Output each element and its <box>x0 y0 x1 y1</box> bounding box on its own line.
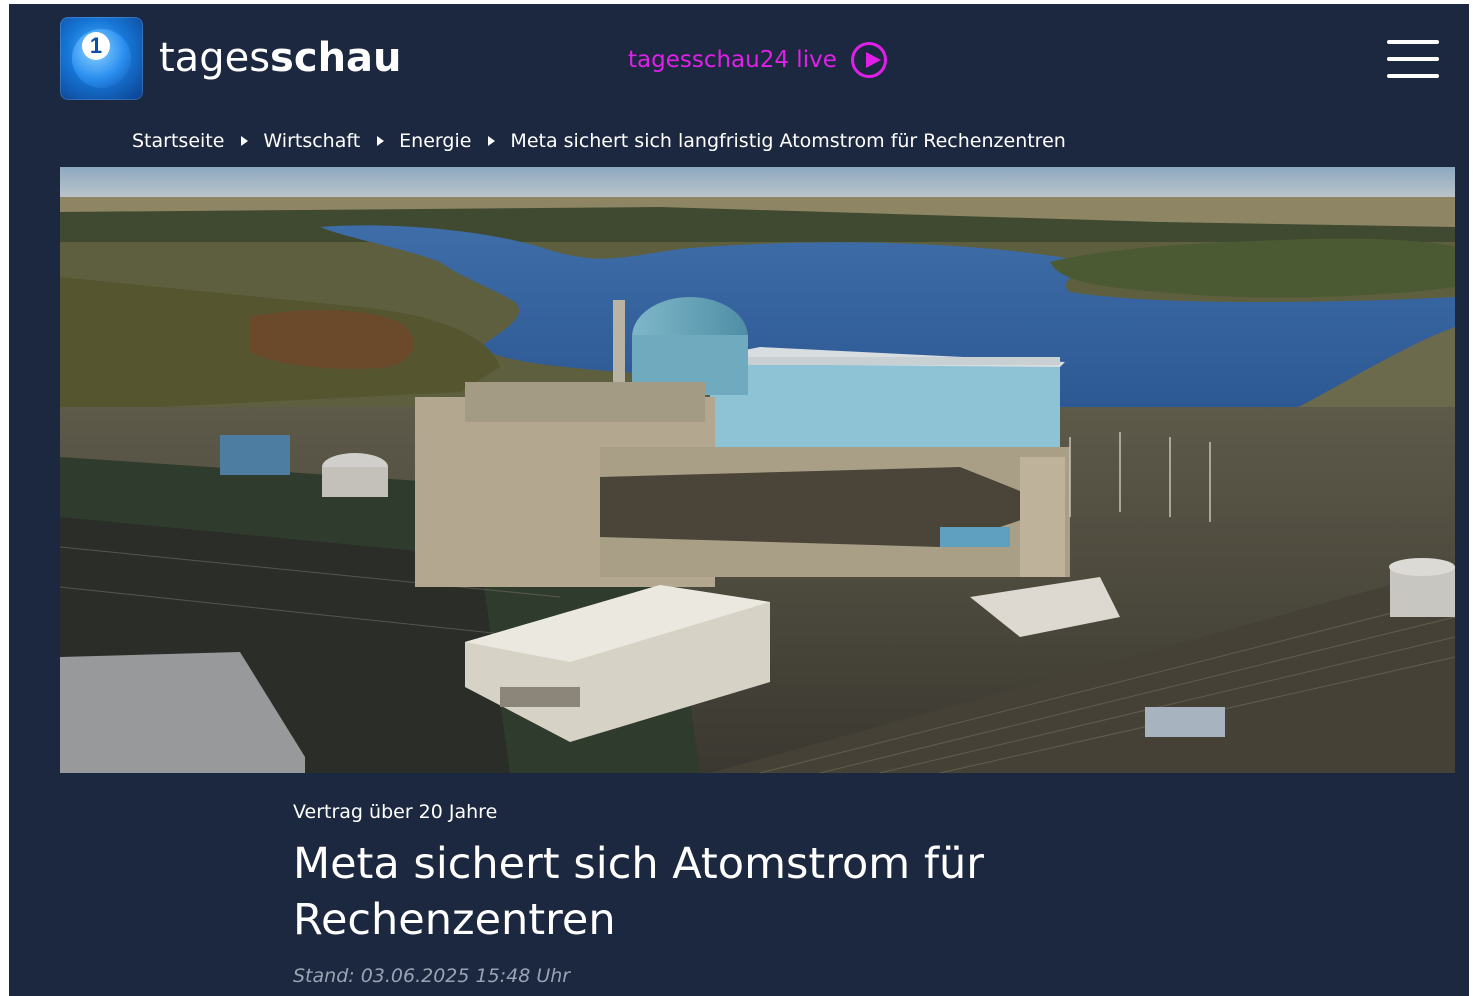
site-header: 1 tagesschau tagesschau24 live <box>9 4 1469 114</box>
menu-bar-bottom <box>1387 74 1439 78</box>
article-topline: Vertrag über 20 Jahre <box>293 801 498 823</box>
live-label: tagesschau24 live <box>628 47 837 73</box>
menu-bar-middle <box>1387 57 1439 61</box>
breadcrumb-item-energie[interactable]: Energie <box>399 130 471 152</box>
power-plant-aerial-image <box>60 167 1455 773</box>
breadcrumb-item-wirtschaft[interactable]: Wirtschaft <box>263 130 360 152</box>
breadcrumb-arrow-icon <box>377 136 385 146</box>
breadcrumb-item-current: Meta sichert sich langfristig Atomstrom … <box>510 130 1066 152</box>
menu-bar-top <box>1387 40 1439 44</box>
breadcrumb-item-startseite[interactable]: Startseite <box>132 130 224 152</box>
brand-regular: tages <box>159 35 271 81</box>
breadcrumb-arrow-icon <box>488 136 496 146</box>
play-circle-icon <box>850 42 887 78</box>
hamburger-menu-icon[interactable] <box>1387 40 1439 78</box>
logo-one-badge: 1 <box>82 32 110 60</box>
brand-wordmark[interactable]: tagesschau <box>159 32 402 84</box>
page-frame: 1 tagesschau tagesschau24 live Startseit… <box>9 4 1469 996</box>
breadcrumb: Startseite Wirtschaft Energie Meta siche… <box>132 126 1066 156</box>
hero-image <box>60 167 1455 773</box>
breadcrumb-arrow-icon <box>241 136 249 146</box>
ard-one-logo-icon[interactable]: 1 <box>60 17 143 100</box>
article-header: Vertrag über 20 Jahre Meta sichert sich … <box>293 798 1093 990</box>
brand-bold: schau <box>270 35 402 81</box>
article-headline: Meta sichert sich Atomstrom für Rechenze… <box>293 839 984 945</box>
live-stream-link[interactable]: tagesschau24 live <box>628 38 887 82</box>
article-timestamp: Stand: 03.06.2025 15:48 Uhr <box>293 965 571 987</box>
